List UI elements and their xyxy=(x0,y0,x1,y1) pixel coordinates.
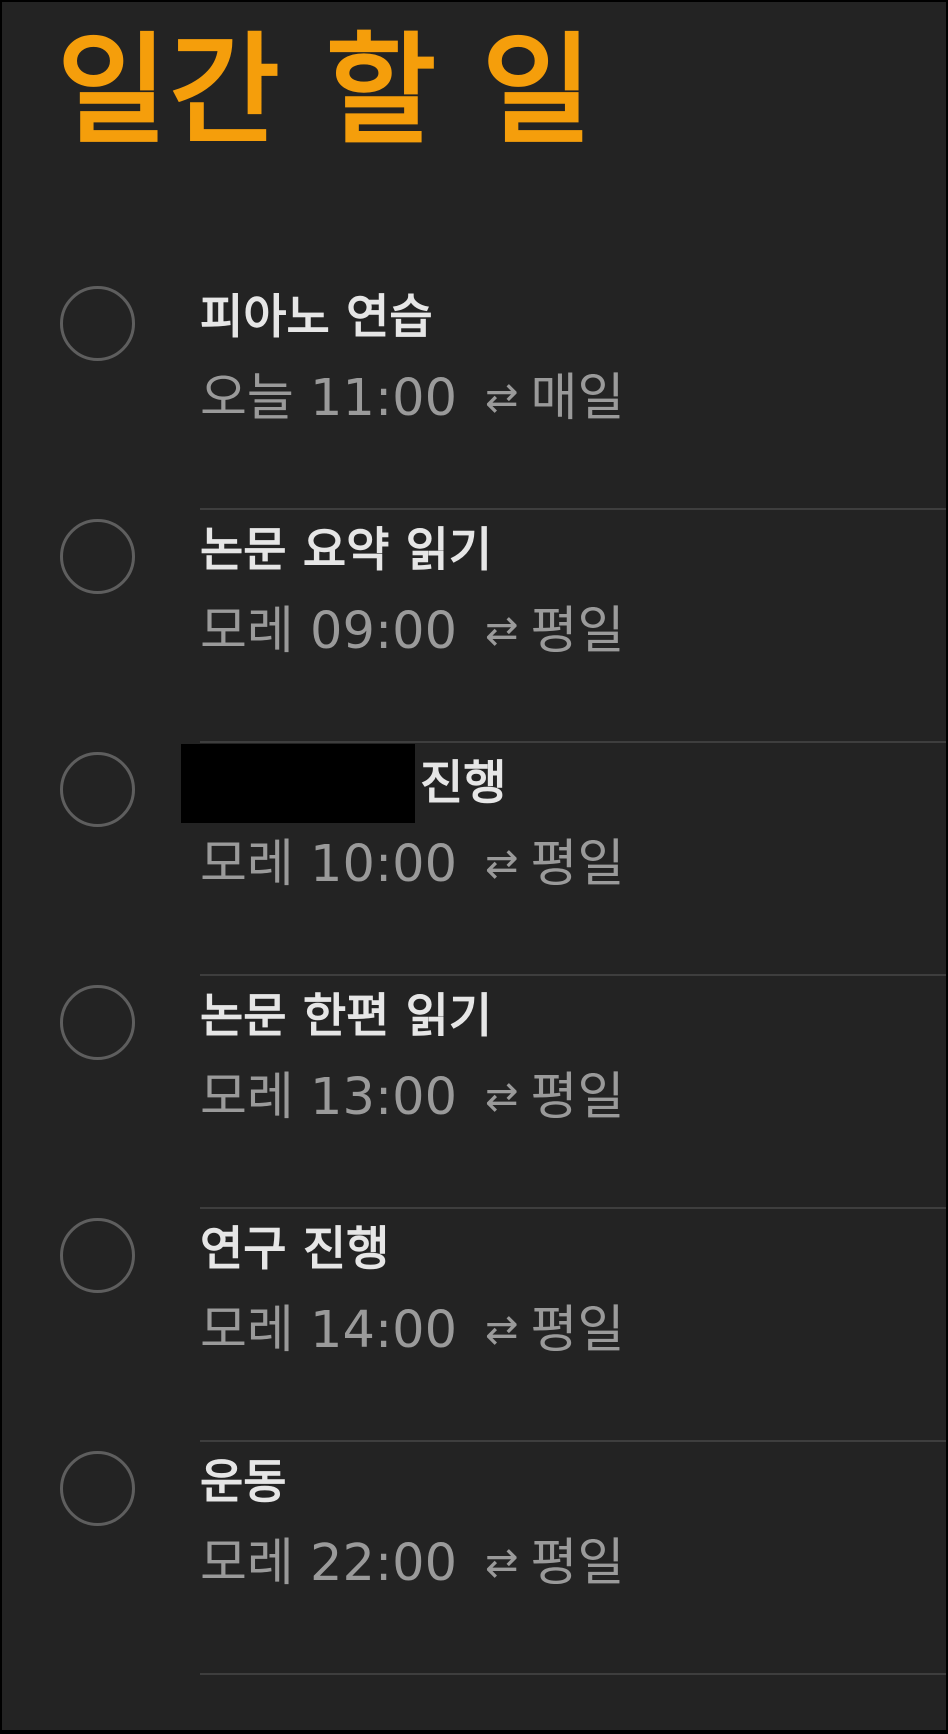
item-repeat: 평일 xyxy=(530,1534,625,1593)
item-time: 모레 14:00 xyxy=(200,1301,458,1360)
list-item[interactable]: 운동 모레 22:00 ⇄ 평일 xyxy=(2,1443,946,1675)
item-title[interactable]: 진행 xyxy=(420,756,506,812)
repeat-icon: ⇄ xyxy=(485,375,519,421)
divider xyxy=(200,1440,946,1442)
circle-checkbox-icon[interactable] xyxy=(60,1218,135,1293)
item-repeat: 평일 xyxy=(530,1068,625,1127)
divider xyxy=(200,1673,946,1675)
circle-checkbox-icon[interactable] xyxy=(60,752,135,827)
item-time: 모레 13:00 xyxy=(200,1068,458,1127)
circle-checkbox-icon[interactable] xyxy=(60,519,135,594)
reminders-window: 일간 할 일 피아노 연습 오늘 11:00 ⇄ 매일 논문 요약 읽기 모레 09… xyxy=(2,2,946,1730)
item-schedule: 오늘 11:00 ⇄ 매일 xyxy=(200,368,624,429)
list-item[interactable]: 논문 한편 읽기 모레 13:00 ⇄ 평일 xyxy=(2,977,946,1209)
list-item[interactable]: 연구 진행 모레 14:00 ⇄ 평일 xyxy=(2,1210,946,1442)
item-schedule: 모레 22:00 ⇄ 평일 xyxy=(200,1533,624,1594)
repeat-icon: ⇄ xyxy=(485,841,519,887)
list-item[interactable]: 피아노 연습 오늘 11:00 ⇄ 매일 xyxy=(2,278,946,510)
list-item[interactable]: 논문 요약 읽기 모레 09:00 ⇄ 평일 xyxy=(2,511,946,743)
item-repeat: 평일 xyxy=(530,602,625,661)
item-schedule: 모레 13:00 ⇄ 평일 xyxy=(200,1067,624,1128)
item-title[interactable]: 논문 요약 읽기 xyxy=(200,523,492,579)
divider xyxy=(200,508,946,510)
item-title[interactable]: 연구 진행 xyxy=(200,1222,389,1278)
item-time: 오늘 11:00 xyxy=(200,369,458,428)
divider xyxy=(200,741,946,743)
item-schedule: 모레 14:00 ⇄ 평일 xyxy=(200,1300,624,1361)
item-schedule: 모레 10:00 ⇄ 평일 xyxy=(200,834,624,895)
item-time: 모레 22:00 xyxy=(200,1534,458,1593)
item-repeat: 평일 xyxy=(530,835,625,894)
item-time: 모레 10:00 xyxy=(200,835,458,894)
list-title: 일간 할 일 xyxy=(57,22,595,161)
item-repeat: 매일 xyxy=(530,369,625,428)
divider xyxy=(200,1207,946,1209)
repeat-icon: ⇄ xyxy=(485,1307,519,1353)
item-schedule: 모레 09:00 ⇄ 평일 xyxy=(200,601,624,662)
circle-checkbox-icon[interactable] xyxy=(60,985,135,1060)
circle-checkbox-icon[interactable] xyxy=(60,1451,135,1526)
list-item[interactable]: 진행 모레 10:00 ⇄ 평일 xyxy=(2,744,946,976)
item-repeat: 평일 xyxy=(530,1301,625,1360)
repeat-icon: ⇄ xyxy=(485,608,519,654)
item-title[interactable]: 논문 한편 읽기 xyxy=(200,989,492,1045)
repeat-icon: ⇄ xyxy=(485,1074,519,1120)
repeat-icon: ⇄ xyxy=(485,1540,519,1586)
divider xyxy=(200,974,946,976)
item-title[interactable]: 피아노 연습 xyxy=(200,290,433,346)
item-title[interactable]: 운동 xyxy=(200,1455,286,1511)
circle-checkbox-icon[interactable] xyxy=(60,286,135,361)
item-time: 모레 09:00 xyxy=(200,602,458,661)
reminders-list: 피아노 연습 오늘 11:00 ⇄ 매일 논문 요약 읽기 모레 09:00 ⇄ 평일 … xyxy=(2,278,946,1675)
redaction-block xyxy=(181,744,415,823)
